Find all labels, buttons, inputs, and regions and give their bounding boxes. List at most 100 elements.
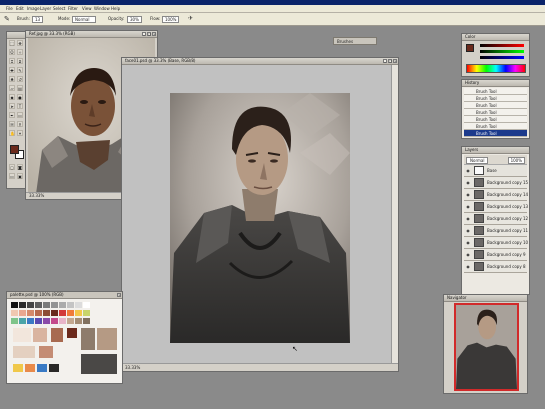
palette-color-swatch[interactable] xyxy=(51,310,58,316)
palette-color-swatch[interactable] xyxy=(75,310,82,316)
visibility-eye-icon[interactable]: ◉ xyxy=(465,192,471,197)
lasso-icon[interactable]: ʘ xyxy=(9,49,15,55)
minimize-button[interactable]: _ xyxy=(142,32,146,36)
menu-item-file[interactable]: File xyxy=(6,6,13,11)
airbrush-icon[interactable]: ✈ xyxy=(188,15,196,23)
color-spectrum-bar[interactable] xyxy=(466,64,526,73)
menu-item-edit[interactable]: Edit xyxy=(16,6,24,11)
layer-row[interactable]: ◉ Base xyxy=(464,165,527,177)
close-button[interactable]: × xyxy=(393,59,397,63)
palette-color-swatch[interactable] xyxy=(67,318,74,324)
color-slider-r[interactable] xyxy=(480,44,524,47)
palette-color-swatch[interactable] xyxy=(43,302,50,308)
vertical-scrollbar[interactable] xyxy=(391,65,398,364)
history-item[interactable]: Brush Tool xyxy=(464,123,527,130)
palette-color-swatch[interactable] xyxy=(11,318,18,324)
dodge-icon[interactable]: ● xyxy=(17,94,23,100)
magic-wand-icon[interactable]: ✧ xyxy=(17,49,23,55)
mode-select[interactable]: Normal xyxy=(72,16,97,23)
layer-row[interactable]: ◉ Background copy 13 xyxy=(464,201,528,213)
close-button[interactable]: × xyxy=(117,293,121,297)
history-item[interactable]: Brush Tool xyxy=(464,116,527,123)
visibility-eye-icon[interactable]: ◉ xyxy=(465,228,471,233)
brush-tool-icon[interactable]: ✎ xyxy=(4,15,12,23)
tab-color[interactable]: Color xyxy=(465,34,475,40)
menu-item-window[interactable]: Window xyxy=(94,6,110,11)
palette-color-swatch[interactable] xyxy=(35,310,42,316)
color-slider-g[interactable] xyxy=(480,50,524,53)
full-screen-icon[interactable]: ▣ xyxy=(17,173,23,179)
history-item[interactable]: Brush Tool xyxy=(464,130,527,137)
palette-color-swatch[interactable] xyxy=(75,302,82,308)
palette-color-swatch[interactable] xyxy=(59,310,66,316)
history-item[interactable]: Brush Tool xyxy=(464,109,527,116)
type-icon[interactable]: T xyxy=(17,103,23,109)
history-brush-icon[interactable]: ↺ xyxy=(17,76,23,82)
palette-color-swatch[interactable] xyxy=(43,310,50,316)
visibility-eye-icon[interactable]: ◉ xyxy=(465,204,471,209)
blur-icon[interactable]: ◆ xyxy=(9,94,15,100)
palette-color-swatch[interactable] xyxy=(75,318,82,324)
layer-blend-mode-select[interactable]: Normal xyxy=(466,157,489,164)
slice-icon[interactable]: ⧄ xyxy=(17,58,23,64)
palette-color-swatch[interactable] xyxy=(11,310,18,316)
history-item[interactable]: Brush Tool xyxy=(464,102,527,109)
palette-color-swatch[interactable] xyxy=(27,318,34,324)
palette-color-swatch[interactable] xyxy=(19,318,26,324)
hand-icon[interactable]: ✋ xyxy=(9,130,15,136)
menu-item-select[interactable]: Select xyxy=(53,6,65,11)
eyedropper-icon[interactable]: ⚲ xyxy=(17,121,23,127)
palette-color-swatch[interactable] xyxy=(83,310,90,316)
visibility-eye-icon[interactable]: ◉ xyxy=(465,264,471,269)
layer-opacity-field[interactable]: 100% xyxy=(507,157,525,164)
visibility-eye-icon[interactable]: ◉ xyxy=(465,168,471,173)
palette-color-swatch[interactable] xyxy=(19,302,26,308)
quick-mask-icon[interactable]: ◙ xyxy=(17,164,23,170)
menu-item-view[interactable]: View xyxy=(82,6,92,11)
menu-item-layer[interactable]: Layer xyxy=(40,6,51,11)
crop-icon[interactable]: ⌗ xyxy=(9,58,15,64)
layer-row[interactable]: ◉ Background copy 15 xyxy=(464,177,528,189)
move-icon[interactable]: ✥ xyxy=(17,40,23,46)
stamp-icon[interactable]: ♣ xyxy=(9,76,15,82)
brush-icon[interactable]: ✎ xyxy=(17,67,23,73)
layer-row[interactable]: ◉ Background copy 11 xyxy=(464,225,528,237)
palette-color-swatch[interactable] xyxy=(59,302,66,308)
palette-color-swatch[interactable] xyxy=(19,310,26,316)
layer-row[interactable]: ◉ Background copy 10 xyxy=(464,237,528,249)
history-item[interactable]: Brush Tool xyxy=(464,88,527,95)
panel-foreground-swatch[interactable] xyxy=(466,44,474,52)
shape-icon[interactable]: ▭ xyxy=(17,112,23,118)
maximize-button[interactable]: □ xyxy=(388,59,392,63)
menu-item-image[interactable]: Image xyxy=(27,6,40,11)
visibility-eye-icon[interactable]: ◉ xyxy=(465,240,471,245)
palette-color-swatch[interactable] xyxy=(51,302,58,308)
palette-color-swatch[interactable] xyxy=(35,318,42,324)
minimize-button[interactable]: _ xyxy=(383,59,387,63)
menu-item-help[interactable]: Help xyxy=(111,6,120,11)
pen-icon[interactable]: ✒ xyxy=(9,112,15,118)
flow-field[interactable]: 100% xyxy=(162,16,180,23)
palette-color-swatch[interactable] xyxy=(59,318,66,324)
notes-icon[interactable]: ✉ xyxy=(9,121,15,127)
standard-mode-icon[interactable]: ◻ xyxy=(9,164,15,170)
palette-color-swatch[interactable] xyxy=(11,302,18,308)
history-item[interactable]: Brush Tool xyxy=(464,95,527,102)
layer-row[interactable]: ◉ Background copy 8 xyxy=(464,261,527,273)
opacity-field[interactable]: 30% xyxy=(127,16,142,23)
palette-color-swatch[interactable] xyxy=(35,302,42,308)
layer-row[interactable]: ◉ Background copy 12 xyxy=(464,213,528,225)
healing-icon[interactable]: ✚ xyxy=(9,67,15,73)
palette-color-swatch[interactable] xyxy=(83,302,90,308)
zoom-icon[interactable]: ⚭ xyxy=(17,130,23,136)
palette-color-swatch[interactable] xyxy=(83,318,90,324)
visibility-eye-icon[interactable]: ◉ xyxy=(465,180,471,185)
tab-history[interactable]: History xyxy=(465,80,479,86)
layer-row[interactable]: ◉ Background copy 14 xyxy=(464,189,528,201)
palette-color-swatch[interactable] xyxy=(27,310,34,316)
menu-item-filter[interactable]: Filter xyxy=(68,6,78,11)
navigator-view-box[interactable] xyxy=(454,303,519,391)
palette-color-swatch[interactable] xyxy=(43,318,50,324)
close-button[interactable]: × xyxy=(152,32,156,36)
visibility-eye-icon[interactable]: ◉ xyxy=(465,216,471,221)
